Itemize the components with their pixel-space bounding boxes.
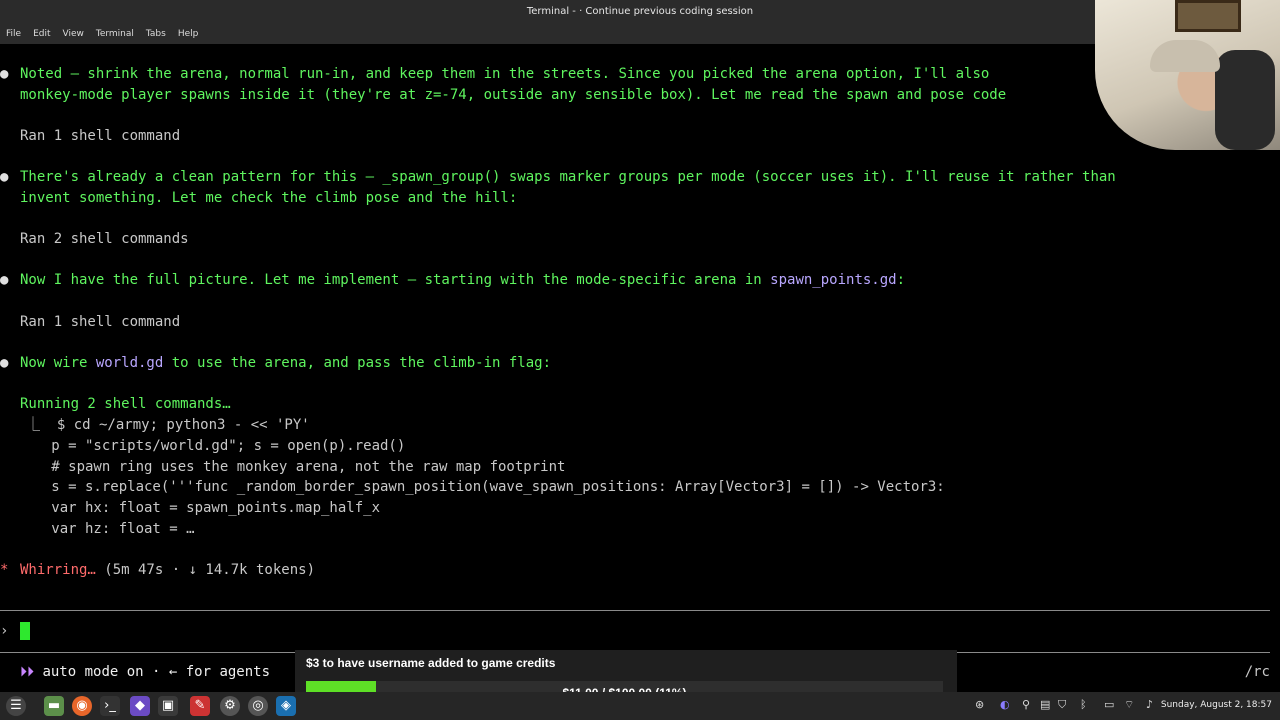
auto-mode-label: auto mode on · ← for agents [42, 664, 271, 680]
menu-terminal[interactable]: Terminal [90, 24, 140, 44]
menu-view[interactable]: View [57, 24, 90, 44]
tray-wifi-icon[interactable]: ⌔ [1124, 698, 1134, 712]
settings-icon[interactable]: ⚙ [220, 696, 240, 716]
chair [1215, 50, 1275, 150]
bullet-icon: ● [0, 355, 9, 371]
menu-tabs[interactable]: Tabs [140, 24, 172, 44]
tray-shield-icon[interactable]: ⛉ [1058, 698, 1066, 712]
message-line: Now I have the full picture. Let me impl… [20, 270, 905, 290]
bullet-icon: ● [0, 66, 9, 82]
text-cursor[interactable] [20, 622, 30, 640]
editor-icon[interactable]: ✎ [190, 696, 210, 716]
command-line: var hx: float = spawn_points.map_half_x [26, 500, 381, 516]
taskbar: ☰ ▬ ◉ ›_ ◆ ▣ ✎ ⚙ ◎ ◈ ⊛ ◐ ⚲ ▤ ⛉ ᛒ ▭ ⌔ ♪ S… [0, 692, 1280, 720]
bullet-icon: ● [0, 272, 9, 288]
message-text: Now I have the full picture. Let me impl… [20, 272, 771, 288]
file-name: world.gd [95, 355, 164, 371]
app-menu-icon[interactable]: ☰ [6, 696, 26, 716]
message-line: Now wire world.gd to use the arena, and … [20, 353, 551, 373]
status-detail: (5m 47s · ↓ 14.7k tokens) [95, 562, 316, 578]
file-manager-icon[interactable]: ▬ [44, 696, 64, 716]
terminal-icon[interactable]: ›_ [100, 696, 120, 716]
running-status: Running 2 shell commands… [20, 396, 231, 412]
message-text: to use the arena, and pass the climb-in … [163, 355, 552, 371]
tool-summary[interactable]: Ran 1 shell command [20, 126, 180, 146]
tray-clipboard-icon[interactable]: ▤ [1040, 698, 1050, 711]
status-word: Whirring… [20, 562, 96, 578]
terminal-output[interactable]: ● Noted — shrink the arena, normal run-i… [0, 44, 1280, 654]
file-name: spawn_points.gd [770, 272, 897, 288]
auto-mode-indicator: ⏵⏵ auto mode on · ← for agents [20, 664, 270, 680]
tray-volume-icon[interactable]: ♪ [1146, 698, 1153, 711]
message-line: Noted — shrink the arena, normal run-in,… [20, 66, 990, 82]
tray-discord-icon[interactable]: ◐ [1000, 698, 1010, 711]
person-cap [1150, 40, 1220, 72]
wall-picture [1175, 0, 1241, 32]
tray-lock-icon[interactable]: ⚲ [1022, 698, 1030, 711]
tool-summary[interactable]: Ran 2 shell commands [20, 229, 189, 249]
tool-summary[interactable]: Ran 1 shell command [20, 312, 180, 332]
overlay-title: $3 to have username added to game credit… [306, 656, 556, 670]
message-text: Now wire [20, 355, 96, 371]
menu-bar: File Edit View Terminal Tabs Help [0, 24, 1280, 44]
tray-steam-icon[interactable]: ⊛ [975, 698, 984, 711]
tray-bluetooth-icon[interactable]: ᛒ [1080, 698, 1087, 711]
app-icon[interactable]: ◎ [248, 696, 268, 716]
godot-icon[interactable]: ◈ [276, 696, 296, 716]
command-line: var hz: float = … [26, 521, 195, 537]
prompt-symbol: › [0, 623, 9, 639]
rc-label: /rc [1244, 664, 1270, 680]
message-line: invent something. Let me check the climb… [20, 190, 518, 206]
status-line: Whirring… (5m 47s · ↓ 14.7k tokens) [20, 560, 315, 580]
menu-edit[interactable]: Edit [27, 24, 56, 44]
clock[interactable]: Sunday, August 2, 18:57 [1161, 700, 1272, 710]
divider [0, 610, 1270, 611]
command-line: p = "scripts/world.gd"; s = open(p).read… [26, 438, 406, 454]
menu-file[interactable]: File [0, 24, 27, 44]
webcam-feed [1095, 0, 1280, 150]
command-line: ⎿ $ cd ~/army; python3 - << 'PY' [26, 417, 310, 433]
command-line: # spawn ring uses the monkey arena, not … [26, 459, 566, 475]
window-title: Terminal - · Continue previous coding se… [0, 0, 1280, 24]
tray-display-icon[interactable]: ▭ [1104, 698, 1114, 711]
obs-icon[interactable]: ◆ [130, 696, 150, 716]
message-text: : [896, 272, 906, 288]
command-line: s = s.replace('''func _random_border_spa… [26, 479, 945, 495]
bullet-icon: ● [0, 169, 9, 185]
spinner-icon: * [0, 562, 9, 578]
active-terminal-icon[interactable]: ▣ [158, 696, 178, 716]
double-arrow-icon: ⏵⏵ [20, 664, 43, 680]
menu-help[interactable]: Help [172, 24, 205, 44]
message-line: monkey-mode player spawns inside it (the… [20, 87, 1007, 103]
message-line: There's already a clean pattern for this… [20, 169, 1116, 185]
firefox-icon[interactable]: ◉ [72, 696, 92, 716]
